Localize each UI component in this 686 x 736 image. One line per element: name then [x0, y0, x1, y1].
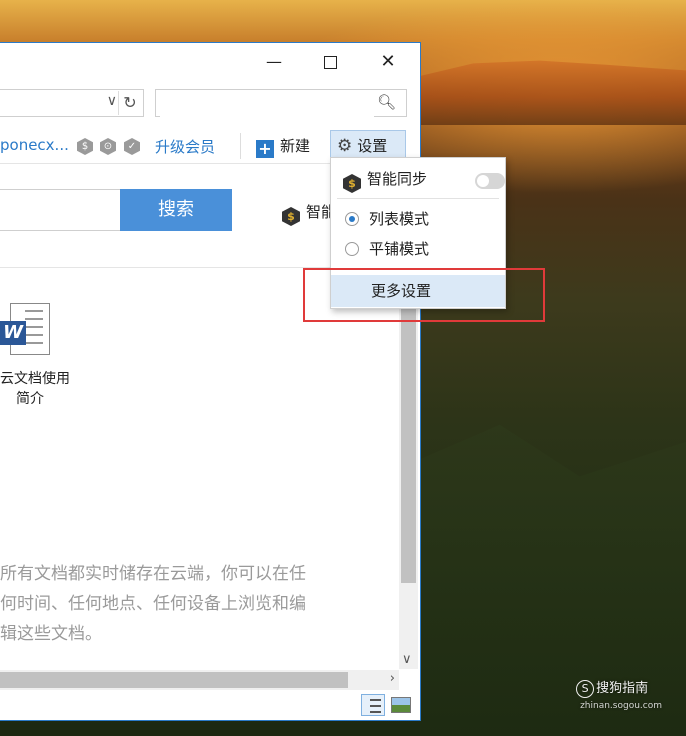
- document-search-input[interactable]: [0, 189, 122, 231]
- app-window: — ✕ ∨ ↻ 🔍︎ poneсx... $ ⊙ ✓ 升级会员 + 新建 ⚙ 设置 …: [0, 42, 421, 721]
- document-caption[interactable]: 云文档使用 简介: [0, 369, 70, 409]
- tile-mode-menu-item[interactable]: 平铺模式: [331, 234, 519, 264]
- document-caption-line2: 简介: [16, 391, 44, 407]
- word-logo-icon: W: [0, 321, 26, 345]
- coin-icon: $: [343, 174, 361, 193]
- smart-sync-toggle[interactable]: [475, 173, 505, 189]
- annotation-highlight: [303, 268, 545, 322]
- word-document-icon[interactable]: W: [0, 303, 52, 359]
- search-field[interactable]: 🔍︎: [155, 89, 407, 117]
- check-badge-icon[interactable]: ✓: [124, 138, 140, 155]
- search-button[interactable]: 搜索: [120, 189, 232, 231]
- info-line: 何时间、任何地点、任何设备上浏览和编: [0, 594, 306, 614]
- list-view-button[interactable]: [361, 694, 385, 716]
- menu-divider: [337, 198, 499, 199]
- smart-sync-menu-item[interactable]: $ 智能同步: [331, 164, 517, 194]
- document-caption-line1: 云文档使用: [0, 371, 70, 387]
- list-mode-menu-item[interactable]: 列表模式: [331, 204, 519, 234]
- watermark-brand: 搜狗指南: [596, 681, 649, 696]
- plus-icon: +: [256, 140, 274, 158]
- search-icon[interactable]: 🔍︎: [377, 93, 396, 111]
- info-line: 所有文档都实时储存在云端，你可以在任: [0, 564, 306, 584]
- close-button[interactable]: ✕: [368, 49, 408, 75]
- gear-icon: ⚙: [337, 136, 353, 156]
- sogou-watermark: S 搜狗指南 zhinan.sogou.com: [576, 680, 662, 714]
- chevron-down-icon[interactable]: ∨: [402, 652, 412, 667]
- new-button[interactable]: + 新建: [256, 133, 310, 159]
- minimize-button[interactable]: —: [254, 49, 294, 75]
- scrollbar-thumb[interactable]: [401, 283, 416, 583]
- scrollbar-thumb[interactable]: [0, 672, 348, 688]
- settings-button-label: 设置: [357, 137, 388, 155]
- sogou-logo-icon: S: [576, 680, 595, 698]
- toolbar-divider: [240, 133, 241, 159]
- new-button-label: 新建: [280, 137, 311, 155]
- list-mode-radio[interactable]: [345, 212, 359, 226]
- vertical-scrollbar[interactable]: ∨: [399, 273, 418, 669]
- smart-sync-shortcut[interactable]: $ 智能: [282, 201, 336, 226]
- user-name-link[interactable]: poneсx...: [0, 136, 69, 154]
- maximize-icon: [323, 56, 337, 69]
- chevron-right-icon[interactable]: ›: [390, 671, 395, 686]
- maximize-button[interactable]: [310, 49, 350, 75]
- smart-sync-label: 智能同步: [367, 170, 428, 188]
- info-line: 辑这些文档。: [0, 624, 102, 644]
- watermark-url: zhinan.sogou.com: [580, 701, 662, 711]
- chevron-down-icon[interactable]: ∨: [107, 93, 117, 109]
- search-input[interactable]: [160, 91, 374, 117]
- upgrade-member-link[interactable]: 升级会员: [155, 136, 215, 157]
- wallpaper-cliff: [420, 60, 686, 125]
- list-mode-label: 列表模式: [369, 210, 430, 228]
- tile-mode-radio[interactable]: [345, 242, 359, 256]
- tile-mode-label: 平铺模式: [369, 240, 430, 258]
- refresh-icon[interactable]: ↻: [118, 91, 141, 115]
- vip-badge-icon[interactable]: $: [77, 138, 93, 155]
- crown-badge-icon[interactable]: ⊙: [100, 138, 116, 155]
- coin-icon: $: [282, 207, 300, 226]
- tile-view-button[interactable]: [391, 697, 411, 713]
- cloud-info-text: 所有文档都实时储存在云端，你可以在任 何时间、任何地点、任何设备上浏览和编 辑这…: [0, 559, 318, 649]
- horizontal-scrollbar[interactable]: ›: [0, 670, 399, 690]
- address-dropdown[interactable]: ∨ ↻: [0, 89, 144, 117]
